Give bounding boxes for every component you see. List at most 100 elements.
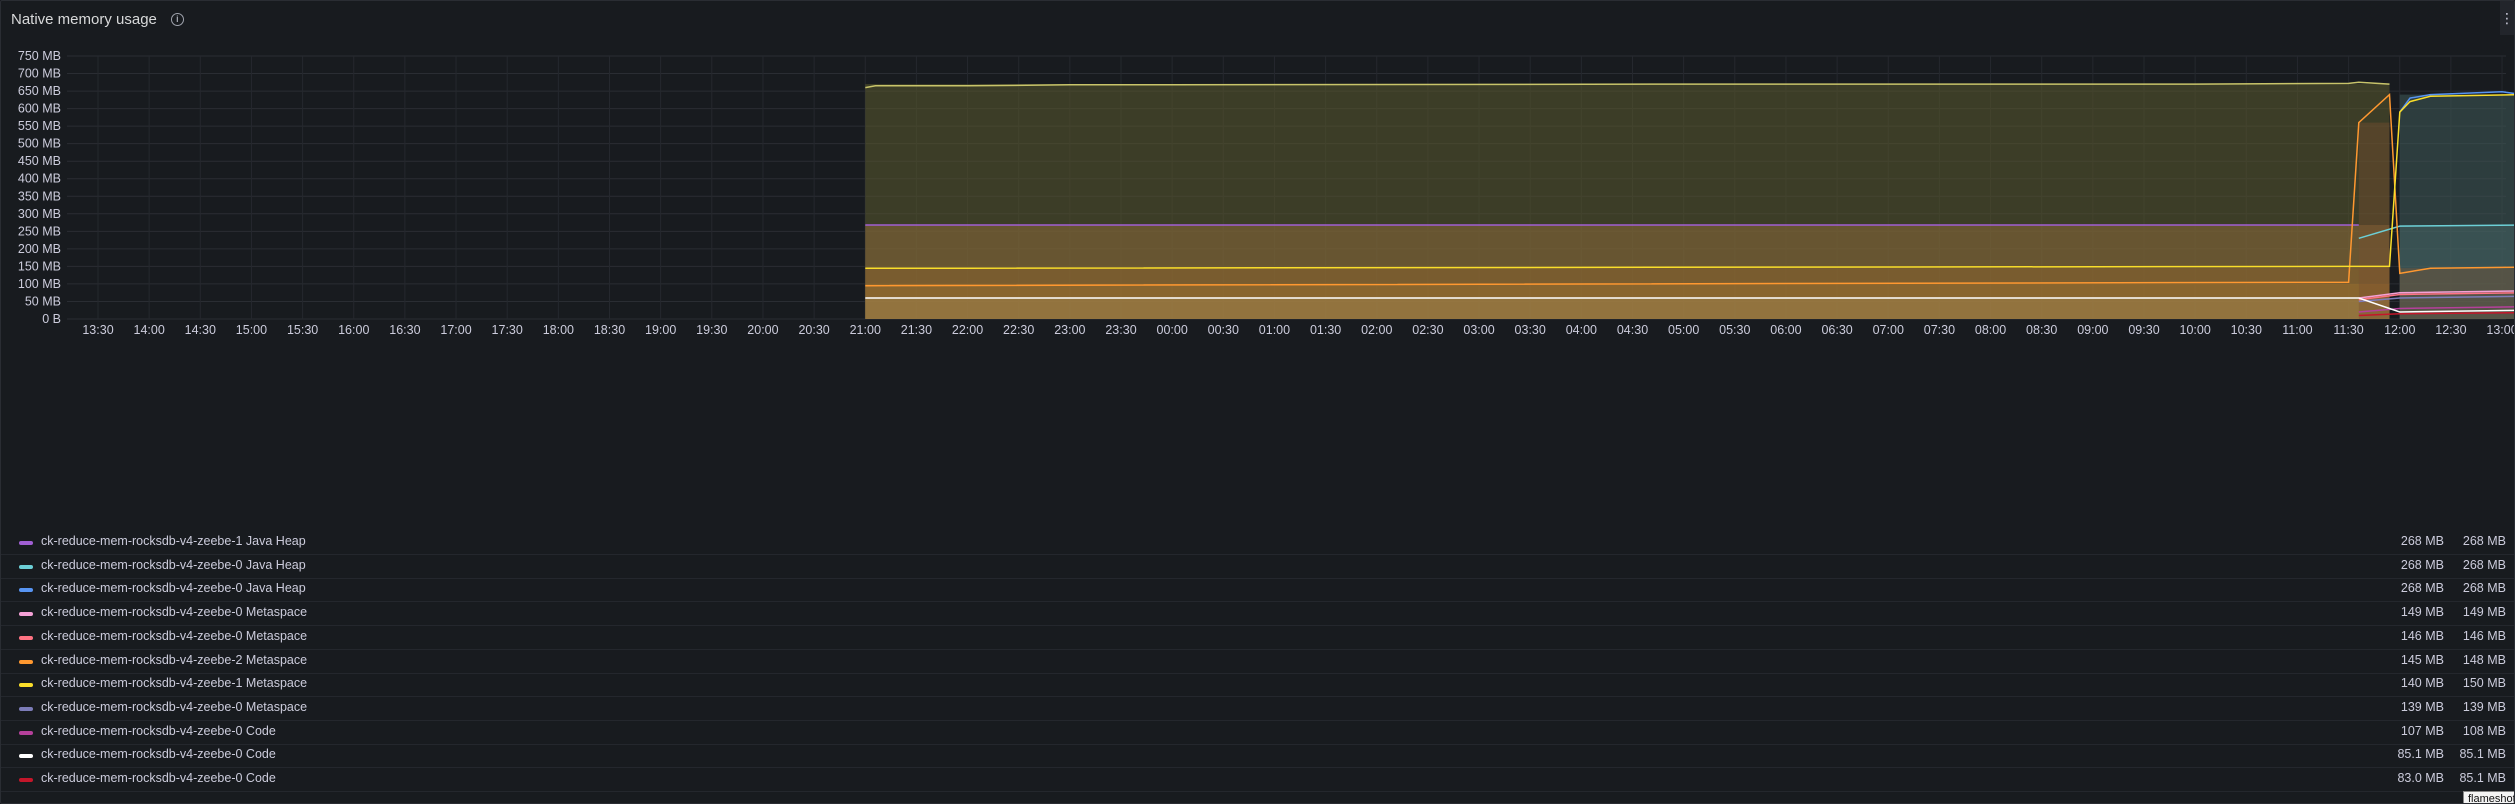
x-tick-label: 18:00 [543,323,574,337]
x-tick-label: 04:00 [1566,323,1597,337]
x-tick-label: 00:30 [1208,323,1239,337]
series-color-swatch [19,588,33,593]
x-tick-label: 19:30 [696,323,727,337]
legend-row[interactable]: ck-reduce-mem-rocksdb-v4-zeebe-0 Metaspa… [1,697,2514,721]
y-tick-label: 0 B [42,312,61,326]
legend-series-name[interactable]: ck-reduce-mem-rocksdb-v4-zeebe-0 Code [41,771,276,785]
x-tick-label: 22:30 [1003,323,1034,337]
x-tick-label: 01:30 [1310,323,1341,337]
x-tick-label: 04:30 [1617,323,1648,337]
x-tick-label: 14:30 [185,323,216,337]
legend-value-max: 85.1 MB [2459,771,2506,785]
native-memory-panel: Native memory usage i ⋮ 0 B 50 MB 100 MB 15… [0,0,2515,804]
legend-value-max: 85.1 MB [2459,747,2506,762]
legend-row[interactable]: ck-reduce-mem-rocksdb-v4-zeebe-0 Code 107… [1,721,2514,745]
x-tick-label: 16:00 [338,323,369,337]
x-tick-label: 11:30 [2333,323,2363,337]
legend-value-mean: 268 MB [2400,557,2444,572]
x-tick-label: 17:00 [440,323,471,337]
x-tick-label: 08:30 [2026,323,2057,337]
legend-value-mean: 83.0 MB [2397,771,2444,785]
legend-series-name[interactable]: ck-reduce-mem-rocksdb-v4-zeebe-0 Java He… [41,558,306,572]
y-tick-label: 350 MB [18,189,61,203]
y-tick-label: 650 MB [18,84,61,98]
y-tick-label: 450 MB [18,154,61,168]
vertical-dots-icon[interactable]: ⋮ [2500,1,2514,35]
legend-value-max: 268 MB [2462,534,2506,548]
legend-series-name[interactable]: ck-reduce-mem-rocksdb-v4-zeebe-2 Metaspa… [41,653,307,667]
legend-series-name[interactable]: ck-reduce-mem-rocksdb-v4-zeebe-0 Metaspa… [41,700,307,714]
legend-value-max: 150 MB [2462,676,2506,691]
y-tick-label: 500 MB [18,137,61,151]
info-circle-icon[interactable]: i [170,12,184,26]
x-tick-label: 12:00 [2384,323,2415,337]
y-tick-label: 100 MB [18,277,61,291]
legend-value-mean: 145 MB [2400,652,2444,667]
x-tick-label: 06:30 [1821,323,1852,337]
panel-title: Native memory usage [11,10,157,28]
legend-series-name[interactable]: ck-reduce-mem-rocksdb-v4-zeebe-0 Metaspa… [41,629,307,643]
area-fill [865,297,2390,319]
legend-row[interactable]: ck-reduce-mem-rocksdb-v4-zeebe-1 Metaspa… [1,673,2514,698]
legend-series-name[interactable]: ck-reduce-mem-rocksdb-v4-zeebe-1 Metaspa… [41,676,307,690]
x-tick-label: 13:00 [2486,323,2514,337]
x-tick-label: 15:00 [236,323,267,337]
legend-series-name[interactable]: ck-reduce-mem-rocksdb-v4-zeebe-0 Metaspa… [41,605,307,619]
flameshot-tooltip: flameshot [2463,791,2514,803]
x-tick-label: 10:00 [2180,323,2211,337]
x-tick-label: 05:00 [1668,323,1699,337]
series-color-swatch [19,564,33,569]
x-tick-label: 12:30 [2435,323,2466,337]
legend-row[interactable]: ck-reduce-mem-rocksdb-v4-zeebe-0 Code 83.… [1,768,2514,792]
series-color-swatch [19,706,33,711]
legend-value-mean: 268 MB [2400,581,2444,596]
legend-series-name[interactable]: ck-reduce-mem-rocksdb-v4-zeebe-0 Code [41,724,276,738]
x-tick-label: 02:00 [1361,323,1392,337]
legend-series-name[interactable]: ck-reduce-mem-rocksdb-v4-zeebe-0 Code [41,747,276,761]
legend-value-mean: 268 MB [2400,534,2444,548]
x-tick-label: 06:00 [1770,323,1801,337]
legend-row[interactable]: ck-reduce-mem-rocksdb-v4-zeebe-1 Java He… [1,531,2514,555]
y-tick-label: 250 MB [18,224,61,238]
x-tick-label: 23:30 [1105,323,1136,337]
series-color-swatch [19,754,33,759]
x-tick-label: 16:30 [389,323,420,337]
x-tick-label: 07:30 [1924,323,1955,337]
legend-series-name[interactable]: ck-reduce-mem-rocksdb-v4-zeebe-0 Java He… [41,581,306,595]
legend-value-max: 268 MB [2462,581,2506,596]
series-color-swatch [19,612,33,617]
y-tick-label: 50 MB [25,294,61,308]
x-tick-label: 20:00 [747,323,778,337]
panel-header: Native memory usage i ⋮ [1,1,2514,37]
y-tick-label: 600 MB [18,102,61,116]
x-tick-label: 18:30 [594,323,625,337]
legend-value-mean: 107 MB [2400,723,2444,738]
series-color-swatch [19,659,33,664]
x-tick-label: 09:00 [2077,323,2108,337]
x-tick-label: 13:30 [82,323,113,337]
legend-value-mean: 85.1 MB [2397,747,2444,762]
legend-row[interactable]: ck-reduce-mem-rocksdb-v4-zeebe-0 Java He… [1,578,2514,603]
legend-value-max: 139 MB [2462,699,2506,714]
legend-value-max: 146 MB [2462,628,2506,643]
x-tick-label: 11:00 [2282,323,2312,337]
x-tick-label: 03:30 [1515,323,1546,337]
y-tick-label: 400 MB [18,172,61,186]
legend-value-mean: 140 MB [2400,676,2444,691]
legend-row[interactable]: ck-reduce-mem-rocksdb-v4-zeebe-0 Code 85.… [1,744,2514,769]
legend-value-mean: 146 MB [2400,628,2444,643]
legend-value-max: 268 MB [2462,557,2506,572]
legend-row[interactable]: ck-reduce-mem-rocksdb-v4-zeebe-0 Metaspa… [1,602,2514,627]
legend-row[interactable]: ck-reduce-mem-rocksdb-v4-zeebe-2 Metaspa… [1,650,2514,674]
legend-row[interactable]: ck-reduce-mem-rocksdb-v4-zeebe-0 Metaspa… [1,626,2514,650]
legend-series-name[interactable]: ck-reduce-mem-rocksdb-v4-zeebe-1 Java He… [41,534,306,548]
legend-value-mean: 139 MB [2400,699,2444,714]
x-tick-label: 01:00 [1259,323,1290,337]
legend-value-max: 149 MB [2462,605,2506,620]
legend-value-mean: 149 MB [2400,605,2444,620]
x-tick-label: 15:30 [287,323,318,337]
x-tick-label: 07:00 [1873,323,1904,337]
y-tick-label: 200 MB [18,242,61,256]
memory-chart[interactable]: 0 B 50 MB 100 MB 150 MB 200 MB 250 MB 300 MB 35… [1,39,2514,529]
legend-row[interactable]: ck-reduce-mem-rocksdb-v4-zeebe-0 Java He… [1,555,2514,579]
